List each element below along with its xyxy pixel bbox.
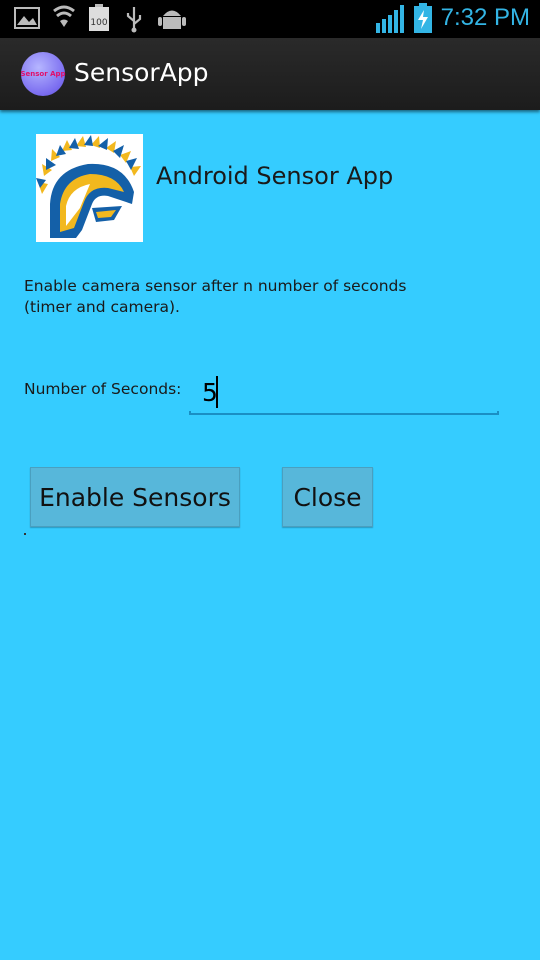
seconds-label: Number of Seconds: xyxy=(24,380,182,398)
close-button[interactable]: Close xyxy=(282,467,373,527)
app-icon[interactable]: Sensor App xyxy=(20,52,66,96)
battery-charging-icon xyxy=(414,3,432,33)
usb-icon xyxy=(126,7,142,33)
android-debug-icon xyxy=(158,10,186,29)
battery-100-icon: 100 xyxy=(89,4,109,31)
gallery-icon xyxy=(14,7,40,29)
action-bar: Sensor App SensorApp xyxy=(0,38,540,110)
page-title: Android Sensor App xyxy=(156,162,394,190)
divider-dot xyxy=(24,533,26,535)
spartan-logo xyxy=(36,134,143,242)
spartan-helmet-icon xyxy=(36,135,141,238)
enable-sensors-button[interactable]: Enable Sensors xyxy=(30,467,240,527)
seconds-input[interactable] xyxy=(190,370,498,414)
description-text: Enable camera sensor after n number of s… xyxy=(24,277,407,316)
input-underline xyxy=(189,411,499,415)
signal-icon xyxy=(376,5,404,33)
app-title: SensorApp xyxy=(74,58,209,87)
lg-shield-icon xyxy=(53,5,75,27)
text-cursor xyxy=(216,376,218,408)
app-icon-label: Sensor App xyxy=(20,70,66,78)
battery-label: 100 xyxy=(90,18,107,28)
status-bar: 100 7:32 PM xyxy=(0,0,540,38)
status-time: 7:32 PM xyxy=(440,4,530,31)
